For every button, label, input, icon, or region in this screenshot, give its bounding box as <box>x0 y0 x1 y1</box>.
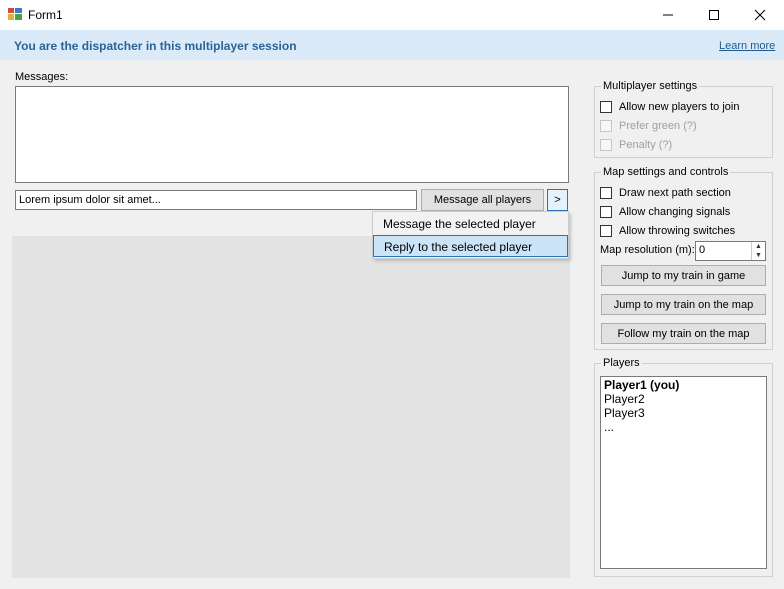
multiplayer-settings-title: Multiplayer settings <box>601 80 700 92</box>
menu-item-reply-selected[interactable]: Reply to the selected player <box>373 235 568 257</box>
learn-more-link[interactable]: Learn more <box>719 40 775 52</box>
player-item-ellipsis: ... <box>604 420 615 434</box>
window-title: Form1 <box>28 8 63 22</box>
allow-switches-label: Allow throwing switches <box>619 225 736 237</box>
maximize-icon <box>709 10 719 20</box>
maximize-button[interactable] <box>691 0 737 30</box>
banner-text: You are the dispatcher in this multiplay… <box>14 39 297 53</box>
app-icon <box>8 8 22 20</box>
messages-box[interactable] <box>15 86 569 183</box>
chevron-up-icon[interactable]: ▲ <box>752 242 765 251</box>
players-title: Players <box>601 357 642 369</box>
penalty-label: Penalty (?) <box>619 139 673 151</box>
map-resolution-label: Map resolution (m): <box>600 244 695 256</box>
close-button[interactable] <box>737 0 783 30</box>
jump-to-train-game-button[interactable]: Jump to my train in game <box>601 265 766 286</box>
close-icon <box>754 9 766 21</box>
chevron-down-icon[interactable]: ▼ <box>752 251 765 260</box>
map-resolution-value: 0 <box>699 244 706 256</box>
draw-next-path-label: Draw next path section <box>619 187 731 199</box>
menu-item-message-selected[interactable]: Message the selected player <box>373 213 568 235</box>
allow-new-players-label: Allow new players to join <box>619 101 740 113</box>
follow-train-map-button[interactable]: Follow my train on the map <box>601 323 766 344</box>
prefer-green-label: Prefer green (?) <box>619 120 697 132</box>
stepper-buttons[interactable]: ▲ ▼ <box>751 242 765 260</box>
map-settings-title: Map settings and controls <box>601 166 731 178</box>
allow-new-players-checkbox[interactable] <box>600 101 612 113</box>
player-item[interactable]: Player3 <box>604 406 645 420</box>
more-options-button[interactable]: > <box>547 189 568 211</box>
messages-label: Messages: <box>15 71 69 83</box>
draw-next-path-checkbox[interactable] <box>600 187 612 199</box>
jump-to-train-map-button[interactable]: Jump to my train on the map <box>601 294 766 315</box>
minimize-button[interactable] <box>645 0 691 30</box>
player-item[interactable]: Player2 <box>604 392 645 406</box>
allow-signals-checkbox[interactable] <box>600 206 612 218</box>
minimize-icon <box>663 14 673 16</box>
prefer-green-checkbox[interactable] <box>600 120 612 132</box>
map-area[interactable] <box>12 236 570 578</box>
penalty-checkbox[interactable] <box>600 139 612 151</box>
player-item-self[interactable]: Player1 (you) <box>604 378 679 392</box>
allow-switches-checkbox[interactable] <box>600 225 612 237</box>
message-input[interactable] <box>15 190 417 210</box>
message-all-players-button[interactable]: Message all players <box>421 189 544 211</box>
allow-signals-label: Allow changing signals <box>619 206 731 218</box>
